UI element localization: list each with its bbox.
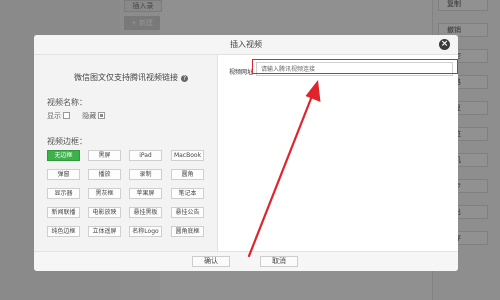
options-panel: 微信图文仅支持腾讯视频链接? 视频名称： 显示 隐藏 视频边框： 无边框 黑屏 iP… — [34, 55, 218, 251]
border-style-option[interactable]: 显示器 — [47, 188, 80, 199]
video-name-options: 显示 隐藏 — [47, 111, 115, 121]
border-style-option[interactable]: 悬挂黑板 — [129, 207, 162, 218]
border-style-option[interactable]: 黑灰框 — [88, 188, 121, 199]
border-style-option[interactable]: 播放 — [88, 169, 121, 180]
video-url-input[interactable] — [256, 62, 453, 76]
border-style-option[interactable]: 苹果屏 — [129, 188, 162, 199]
insert-video-dialog: 插入视频 × 微信图文仅支持腾讯视频链接? 视频名称： 显示 隐藏 视频边框： … — [34, 35, 458, 271]
help-icon[interactable]: ? — [181, 75, 188, 82]
border-style-option[interactable]: 黑屏 — [88, 150, 121, 161]
hide-checkbox[interactable] — [98, 112, 106, 119]
url-panel: 视频网址 — [218, 55, 458, 251]
dialog-title: 插入视频 — [230, 40, 262, 49]
border-style-option[interactable]: 纯色边框 — [47, 226, 80, 237]
border-style-option[interactable]: 录制 — [129, 169, 162, 180]
show-option[interactable]: 显示 — [47, 111, 70, 121]
wechat-notice: 微信图文仅支持腾讯视频链接? — [74, 72, 188, 83]
show-label: 显示 — [47, 112, 61, 120]
video-border-label: 视频边框： — [47, 137, 87, 146]
url-label: 视频网址 — [229, 69, 254, 76]
border-style-option[interactable]: 新闻联播 — [47, 207, 80, 218]
border-style-option[interactable]: 圆角底框 — [171, 226, 204, 237]
border-style-option[interactable]: 名称Logo — [129, 226, 162, 237]
show-checkbox[interactable] — [63, 112, 70, 119]
confirm-button[interactable]: 确认 — [192, 256, 230, 267]
hide-option[interactable]: 隐藏 — [82, 111, 106, 121]
border-style-option[interactable]: 圆角 — [171, 169, 204, 180]
notice-text: 微信图文仅支持腾讯视频链接 — [74, 73, 178, 82]
video-name-label: 视频名称： — [47, 98, 87, 107]
border-style-option[interactable]: 无边框 — [47, 150, 80, 161]
border-style-option[interactable]: 电影放映 — [88, 207, 121, 218]
border-style-option[interactable]: 立体遥屏 — [88, 226, 121, 237]
border-style-option[interactable]: MacBook — [171, 150, 204, 161]
cancel-button[interactable]: 取消 — [260, 256, 298, 267]
close-icon[interactable]: × — [439, 39, 450, 50]
dialog-header: 插入视频 × — [34, 35, 458, 55]
border-style-option[interactable]: 笔记本 — [171, 188, 204, 199]
border-style-option[interactable]: iPad — [129, 150, 162, 161]
hide-label: 隐藏 — [82, 112, 97, 120]
dialog-footer: 确认 取消 — [34, 251, 458, 271]
border-style-option[interactable]: 弹窗 — [47, 169, 80, 180]
border-style-option[interactable]: 悬挂公告 — [171, 207, 204, 218]
